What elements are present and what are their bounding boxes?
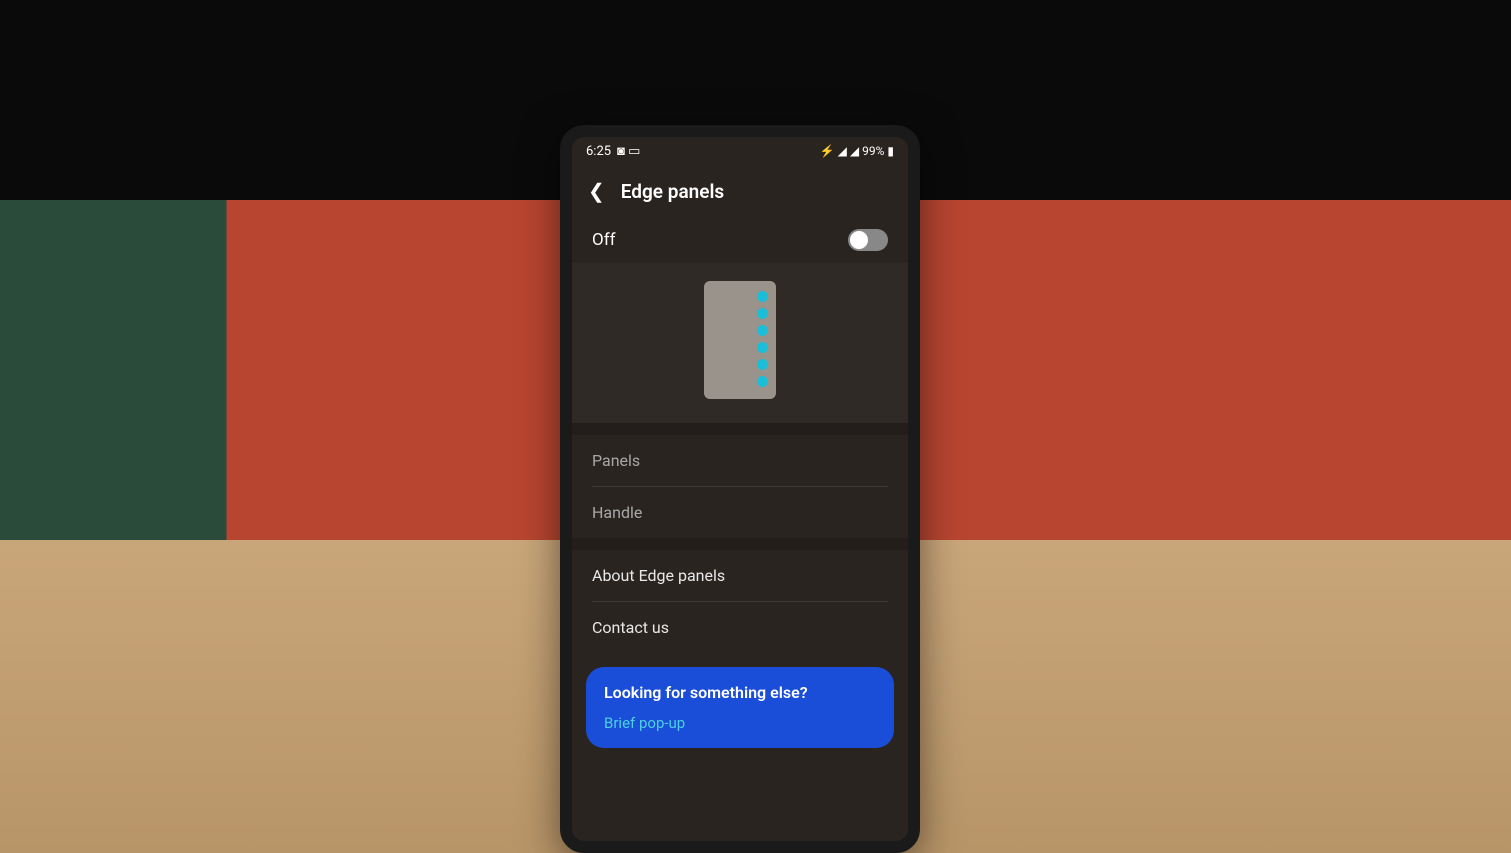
section-gap	[572, 423, 908, 435]
edge-panel-preview	[572, 263, 908, 423]
phone-frame: 6:25 ◙ ▭ ⚡ ◢ ◢ 99% ▮ ❮ Edge panels Off	[560, 125, 920, 853]
section-gap	[572, 538, 908, 550]
preview-rectangle	[704, 281, 776, 399]
menu-item-about[interactable]: About Edge panels	[572, 550, 908, 601]
preview-dot	[757, 342, 768, 353]
status-left: 6:25 ◙ ▭	[586, 143, 640, 159]
suggestion-link[interactable]: Brief pop-up	[604, 714, 876, 732]
preview-dot	[757, 376, 768, 387]
header: ❮ Edge panels	[572, 165, 908, 217]
menu-section-2: About Edge panels Contact us	[572, 550, 908, 653]
preview-dot	[757, 325, 768, 336]
suggestion-title: Looking for something else?	[604, 683, 876, 702]
master-toggle-row: Off	[572, 217, 908, 263]
signal-icon: ◢	[850, 144, 859, 158]
preview-dot	[757, 291, 768, 302]
toggle-thumb	[850, 231, 868, 249]
phone-screen: 6:25 ◙ ▭ ⚡ ◢ ◢ 99% ▮ ❮ Edge panels Off	[572, 137, 908, 841]
menu-item-panels[interactable]: Panels	[572, 435, 908, 486]
page-title: Edge panels	[621, 180, 724, 203]
toggle-label: Off	[592, 230, 616, 250]
battery-pct: 99%	[862, 144, 884, 158]
wifi-icon: ◢	[838, 144, 847, 158]
preview-dot	[757, 359, 768, 370]
suggestion-card: Looking for something else? Brief pop-up	[586, 667, 894, 748]
battery-icon: ▮	[887, 144, 894, 158]
status-right: ⚡ ◢ ◢ 99% ▮	[820, 144, 894, 158]
preview-dots	[757, 291, 768, 387]
status-bar: 6:25 ◙ ▭ ⚡ ◢ ◢ 99% ▮	[572, 137, 908, 165]
menu-section-1: Panels Handle	[572, 435, 908, 538]
menu-item-contact[interactable]: Contact us	[572, 602, 908, 653]
preview-dot	[757, 308, 768, 319]
status-notification-icon: ◙ ▭	[617, 143, 640, 159]
menu-item-handle[interactable]: Handle	[572, 487, 908, 538]
master-toggle-switch[interactable]	[848, 229, 888, 251]
lightning-icon: ⚡	[820, 144, 835, 158]
back-icon[interactable]: ❮	[588, 179, 605, 203]
status-time: 6:25	[586, 144, 611, 159]
